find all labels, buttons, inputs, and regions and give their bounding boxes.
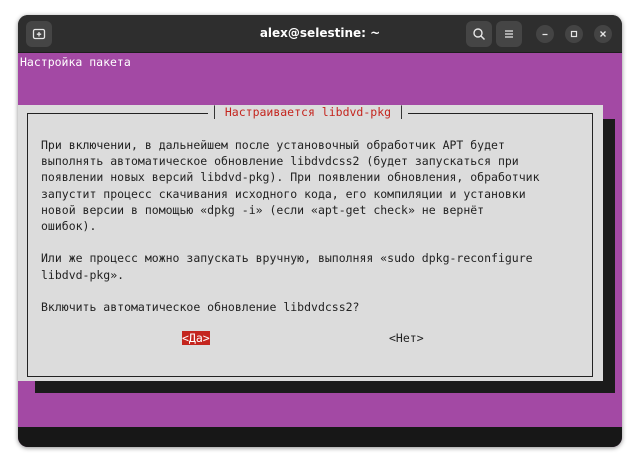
body-line: При включении, в дальнейшем после устано… — [41, 138, 505, 152]
body-line: появлении новых версий libdvd-pkg). При … — [41, 170, 540, 185]
body-line: выполнять автоматическое обновление libd… — [41, 154, 519, 169]
body-line: Или же процесс можно запускать вручную, … — [41, 251, 533, 266]
terminal-area[interactable]: Настройка пакета │ Настраивается libdvd-… — [18, 53, 622, 447]
body-line: Включить автоматическое обновление libdv… — [41, 300, 360, 314]
title-bracket-left: │ — [211, 105, 218, 119]
terminal-window: alex@selestine: ~ Настройка пакета │ Нас… — [18, 15, 622, 447]
maximize-icon — [570, 30, 578, 38]
new-tab-icon — [32, 28, 46, 40]
terminal-bottom-strip — [18, 427, 622, 447]
package-config-header: Настройка пакета — [20, 55, 131, 69]
body-line — [41, 283, 581, 299]
body-line: новой версии в помощью «dpkg -i» (если «… — [41, 202, 485, 217]
minimize-icon — [542, 33, 548, 36]
menu-button[interactable] — [496, 21, 522, 47]
close-button[interactable] — [594, 25, 612, 43]
debconf-dialog: │ Настраивается libdvd-pkg │ При включен… — [18, 105, 603, 381]
dialog-title: Настраивается libdvd-pkg — [224, 105, 392, 119]
body-line — [41, 234, 581, 250]
yes-button[interactable]: <Да> — [182, 331, 210, 345]
body-line: запустит процесс скачивания исходного ко… — [41, 186, 526, 201]
search-icon — [473, 28, 486, 41]
hamburger-menu-icon — [505, 30, 513, 38]
body-line: ошибок). — [41, 219, 97, 234]
dialog-body: При включении, в дальнейшем после устано… — [41, 137, 581, 315]
close-icon — [600, 31, 606, 37]
title-bracket-right: │ — [397, 105, 405, 119]
body-line: libdvd-pkg». — [41, 267, 125, 282]
dialog-title-wrap: │ Настраивается libdvd-pkg │ — [208, 105, 408, 119]
maximize-button[interactable] — [565, 25, 583, 43]
new-tab-button[interactable] — [26, 21, 52, 47]
no-button[interactable]: <Нет> — [389, 331, 424, 345]
minimize-button[interactable] — [536, 25, 554, 43]
window-title: alex@selestine: ~ — [259, 26, 381, 40]
search-button[interactable] — [466, 21, 492, 47]
title-bar: alex@selestine: ~ — [18, 15, 622, 53]
